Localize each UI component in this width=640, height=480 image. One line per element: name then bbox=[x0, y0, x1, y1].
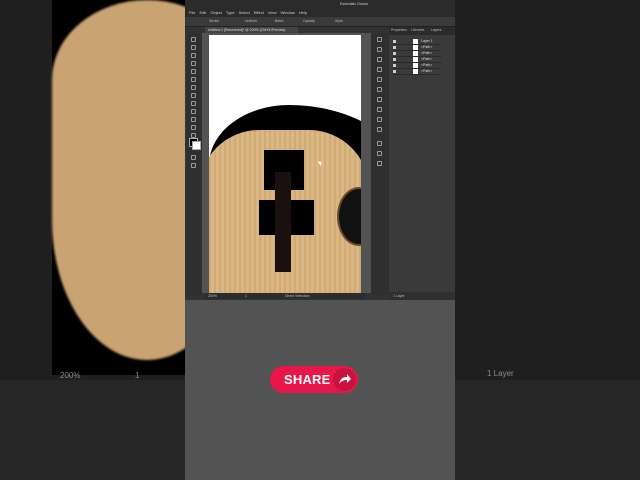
control-stroke[interactable]: Stroke bbox=[209, 19, 219, 23]
background-page-text: 1 bbox=[135, 371, 140, 380]
eraser-tool-icon[interactable] bbox=[191, 101, 196, 106]
layer-thumbnail bbox=[413, 69, 418, 74]
canvas-area[interactable] bbox=[202, 33, 371, 293]
share-button[interactable]: SHARE bbox=[270, 366, 358, 393]
visibility-eye-icon[interactable] bbox=[393, 52, 396, 55]
layers-footer: 1 Layer bbox=[389, 292, 455, 300]
visibility-eye-icon[interactable] bbox=[393, 58, 396, 61]
layer-name[interactable]: <Path> bbox=[421, 45, 432, 50]
status-zoom[interactable]: 200% bbox=[208, 293, 217, 299]
properties-icon[interactable] bbox=[377, 37, 382, 42]
background-zoom-text: 200% bbox=[60, 371, 81, 380]
menu-edit[interactable]: Edit bbox=[199, 9, 206, 17]
control-uniform[interactable]: Uniform bbox=[245, 19, 257, 23]
status-bar: 200% 1 Direct Selection bbox=[205, 293, 365, 299]
stroke-icon[interactable] bbox=[377, 87, 382, 92]
graphic-styles-icon[interactable] bbox=[377, 127, 382, 132]
layer-name[interactable]: <Path> bbox=[421, 51, 432, 56]
background-layers-text: 1 Layer bbox=[487, 369, 514, 378]
layers-panel: Properties Libraries Layers Layer 1 <Pat… bbox=[389, 27, 455, 300]
brushes-icon[interactable] bbox=[377, 67, 382, 72]
pathfinder-icon[interactable] bbox=[377, 151, 382, 156]
transform-icon[interactable] bbox=[377, 161, 382, 166]
transparency-icon[interactable] bbox=[377, 107, 382, 112]
control-style[interactable]: Style bbox=[335, 19, 343, 23]
status-page[interactable]: 1 bbox=[245, 293, 247, 299]
brush-tool-icon[interactable] bbox=[191, 85, 196, 90]
swatches-icon[interactable] bbox=[377, 57, 382, 62]
menu-bar: File Edit Object Type Select Effect View… bbox=[185, 9, 455, 17]
share-label: SHARE bbox=[284, 372, 331, 387]
layer-row[interactable]: <Path> bbox=[393, 69, 441, 75]
tab-libraries[interactable]: Libraries bbox=[411, 28, 424, 32]
visibility-eye-icon[interactable] bbox=[393, 70, 396, 73]
color-icon[interactable] bbox=[377, 47, 382, 52]
width-tool-icon[interactable] bbox=[191, 125, 196, 130]
tab-layers[interactable]: Layers bbox=[431, 28, 442, 32]
layer-thumbnail bbox=[413, 51, 418, 56]
type-tool-icon[interactable] bbox=[191, 61, 196, 66]
rectangle-tool-icon[interactable] bbox=[191, 77, 196, 82]
background-guitar-shape bbox=[52, 0, 185, 360]
layer-name[interactable]: <Path> bbox=[421, 69, 432, 74]
layer-name[interactable]: <Path> bbox=[421, 57, 432, 62]
gradient-icon[interactable] bbox=[377, 97, 382, 102]
control-bar: Stroke Uniform Basic Opacity Style bbox=[185, 17, 455, 27]
tools-panel bbox=[187, 33, 201, 295]
draw-mode-icon[interactable] bbox=[191, 155, 196, 160]
layer-name[interactable]: <Path> bbox=[421, 63, 432, 68]
menu-effect[interactable]: Effect bbox=[254, 9, 264, 17]
layer-name[interactable]: Layer 1 bbox=[421, 39, 433, 44]
menu-object[interactable]: Object bbox=[210, 9, 222, 17]
menu-select[interactable]: Select bbox=[239, 9, 250, 17]
rotate-tool-icon[interactable] bbox=[191, 109, 196, 114]
menu-type[interactable]: Type bbox=[226, 9, 235, 17]
menu-file[interactable]: File bbox=[189, 9, 195, 17]
background-status-left: 200% 1 bbox=[0, 371, 185, 480]
align-icon[interactable] bbox=[377, 141, 382, 146]
pen-tool-icon[interactable] bbox=[191, 53, 196, 58]
layer-thumbnail bbox=[413, 63, 418, 68]
screen-mode-icon[interactable] bbox=[191, 163, 196, 168]
layer-thumbnail bbox=[413, 57, 418, 62]
title-bar: Essentials Classic bbox=[185, 0, 455, 9]
guitar-bridge[interactable] bbox=[275, 172, 291, 272]
direct-selection-tool-icon[interactable] bbox=[191, 45, 196, 50]
menu-window[interactable]: Window bbox=[280, 9, 294, 17]
appearance-icon[interactable] bbox=[377, 117, 382, 122]
symbols-icon[interactable] bbox=[377, 77, 382, 82]
selection-tool-icon[interactable] bbox=[191, 37, 196, 42]
panel-dock-icons bbox=[371, 33, 389, 295]
stroke-swatch-icon[interactable] bbox=[192, 141, 201, 150]
share-arrow-icon bbox=[333, 368, 356, 391]
workspace-label[interactable]: Essentials Classic bbox=[340, 2, 368, 6]
control-basic[interactable]: Basic bbox=[275, 19, 284, 23]
layer-thumbnail bbox=[413, 39, 418, 44]
panel-tabs: Properties Libraries Layers bbox=[389, 27, 455, 35]
scale-tool-icon[interactable] bbox=[191, 117, 196, 122]
pencil-tool-icon[interactable] bbox=[191, 93, 196, 98]
layer-thumbnail bbox=[413, 45, 418, 50]
status-tool: Direct Selection bbox=[285, 294, 310, 298]
video-frame: Essentials Classic File Edit Object Type… bbox=[185, 0, 455, 480]
visibility-eye-icon[interactable] bbox=[393, 64, 396, 67]
menu-help[interactable]: Help bbox=[299, 9, 307, 17]
artboard[interactable] bbox=[209, 35, 361, 293]
line-tool-icon[interactable] bbox=[191, 69, 196, 74]
visibility-eye-icon[interactable] bbox=[393, 46, 396, 49]
control-opacity[interactable]: Opacity bbox=[303, 19, 315, 23]
menu-view[interactable]: View bbox=[268, 9, 277, 17]
visibility-eye-icon[interactable] bbox=[393, 40, 396, 43]
tab-properties[interactable]: Properties bbox=[391, 28, 407, 32]
background-status-right: 1 Layer bbox=[455, 369, 640, 480]
illustrator-window: Essentials Classic File Edit Object Type… bbox=[185, 0, 455, 300]
